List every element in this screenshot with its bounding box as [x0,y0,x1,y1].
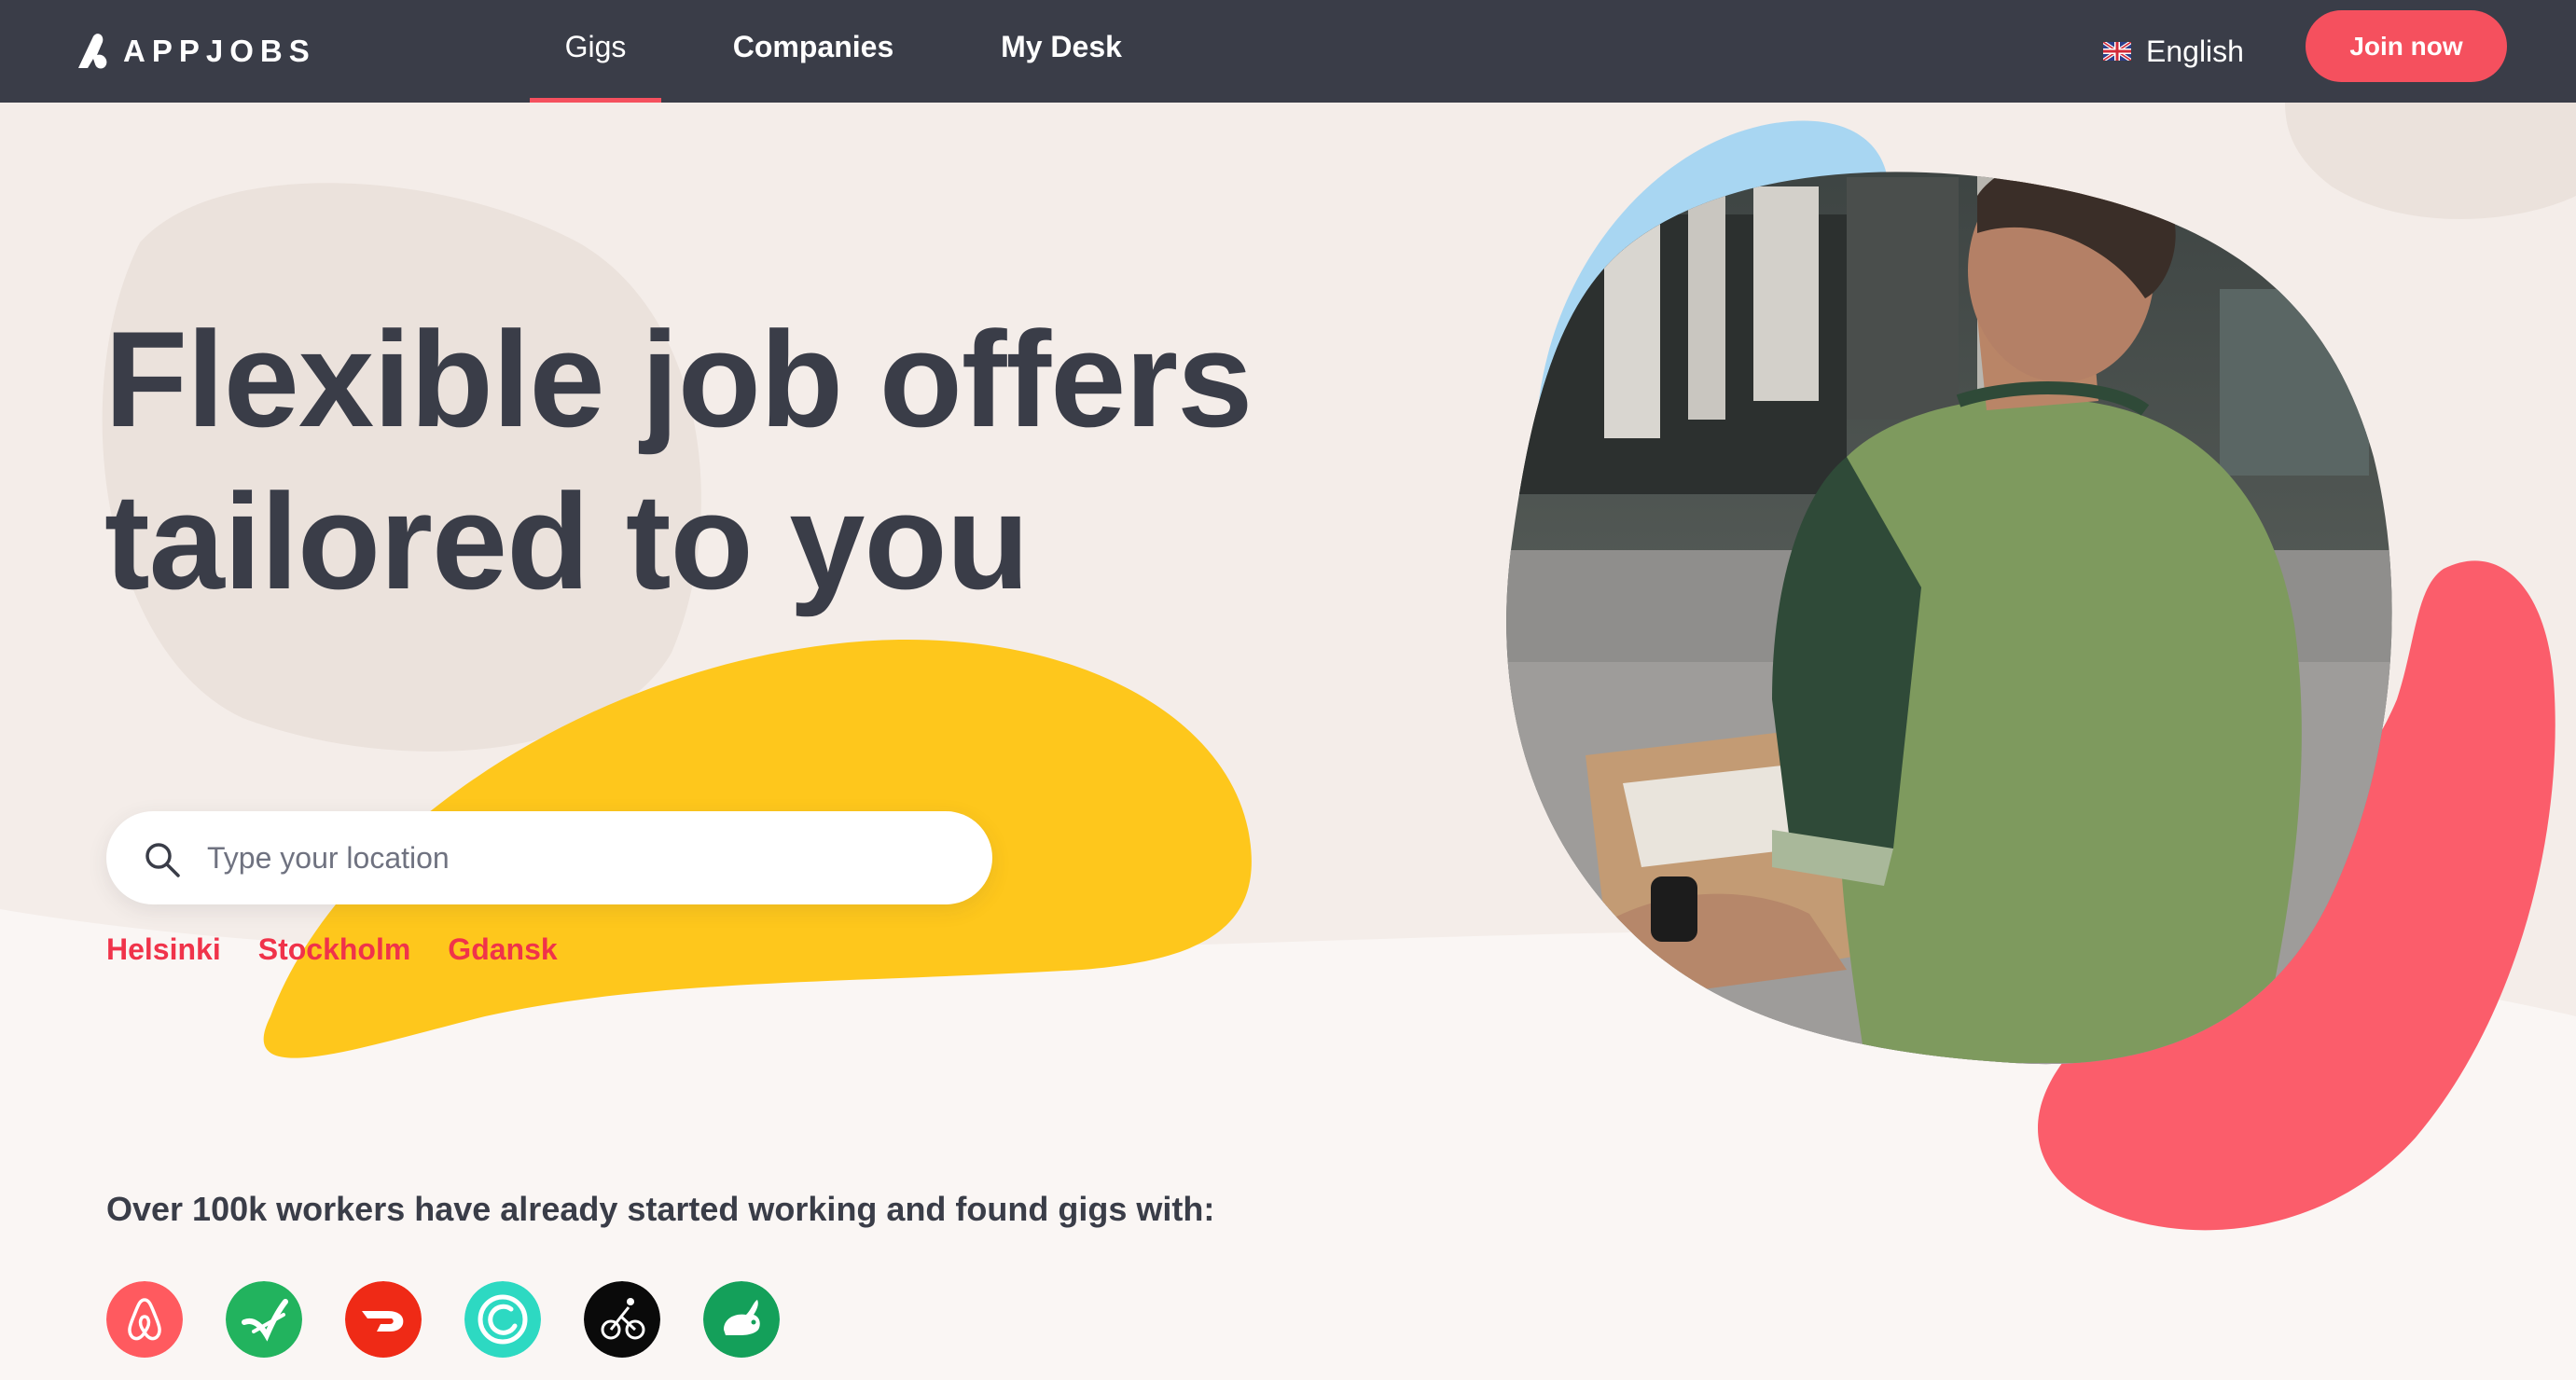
instacart-icon[interactable] [464,1281,541,1358]
search-icon [145,843,180,877]
nav-companies[interactable]: Companies [709,0,918,103]
popular-cities: Helsinki Stockholm Gdansk [106,932,558,967]
logo-text: APPJOBS [123,34,316,68]
city-link-gdansk[interactable]: Gdansk [448,932,557,967]
language-label: English [2146,34,2244,68]
hero-illustration [1506,120,2555,1231]
top-navbar: APPJOBS Gigs Companies My Desk English J… [0,0,2576,103]
location-search-input[interactable] [207,830,953,886]
nav-gigs[interactable]: Gigs [530,0,661,103]
hero-headline-line-2: tailored to you [104,465,1030,617]
taskrabbit-icon[interactable] [703,1281,780,1358]
postmates-icon[interactable] [226,1281,302,1358]
city-link-helsinki[interactable]: Helsinki [106,932,221,967]
city-link-stockholm[interactable]: Stockholm [258,932,411,967]
appjobs-logo[interactable]: APPJOBS [75,26,316,76]
partners-tagline: Over 100k workers have already started w… [106,1190,1215,1228]
nav-my-desk[interactable]: My Desk [989,0,1134,103]
language-selector[interactable]: English [2103,26,2244,76]
partner-logos [106,1281,780,1358]
join-now-button[interactable]: Join now [2306,10,2507,82]
cyclist-icon[interactable] [584,1281,660,1358]
airbnb-icon[interactable] [106,1281,183,1358]
hero-headline: Flexible job offers tailored to you [104,298,1317,623]
hero-headline-line-1: Flexible job offers [104,303,1253,455]
logo-mark-icon [78,34,107,69]
location-search-box[interactable] [106,811,992,904]
uk-flag-icon [2103,42,2131,61]
doordash-icon[interactable] [345,1281,422,1358]
